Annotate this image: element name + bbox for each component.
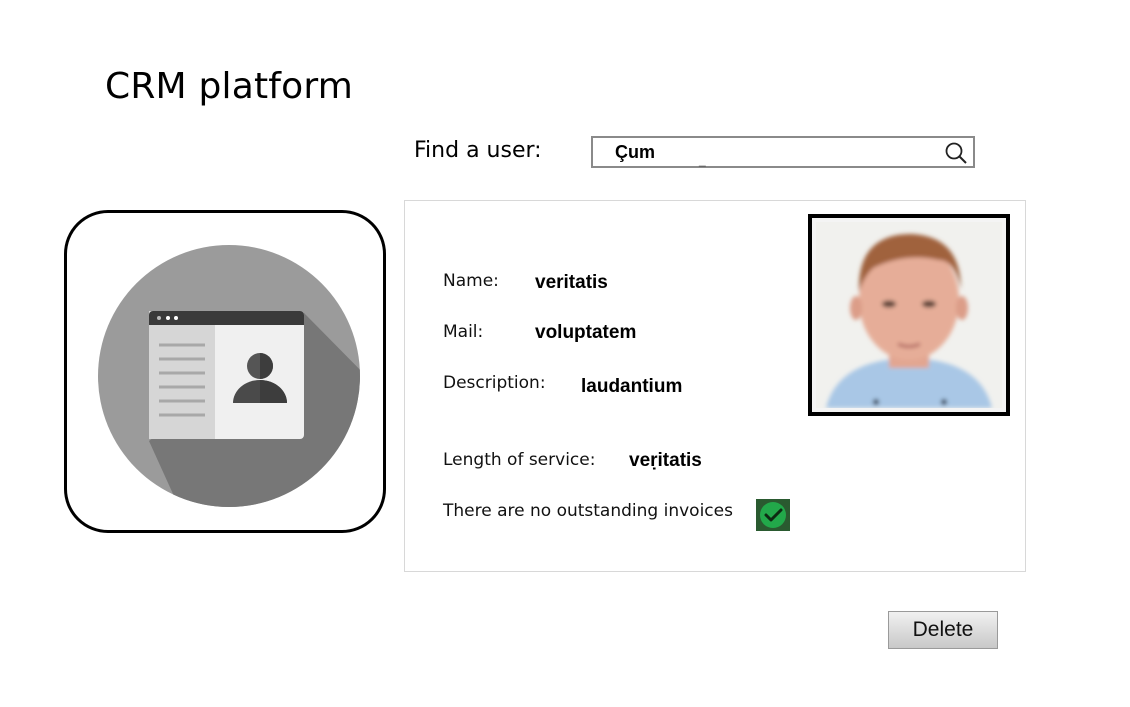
text-cursor: _ — [699, 153, 706, 167]
search-label: Find a user: — [414, 138, 542, 163]
service-length-value: veṛitatis — [629, 450, 702, 471]
mail-value: voluptatem — [535, 322, 637, 343]
search-icon[interactable] — [944, 141, 968, 165]
search-input[interactable] — [615, 141, 915, 163]
check-icon — [756, 499, 790, 531]
search-box[interactable]: _ — [591, 136, 975, 168]
mail-label: Mail: — [443, 322, 484, 342]
name-value: veritatis — [535, 272, 608, 293]
page-title: CRM platform — [105, 66, 354, 107]
name-label: Name: — [443, 271, 499, 291]
contact-card-icon — [64, 210, 386, 533]
user-photo — [808, 214, 1010, 416]
service-length-label: Length of service: — [443, 450, 596, 470]
delete-button[interactable]: Delete — [888, 611, 998, 649]
description-value: laudantium — [581, 376, 683, 397]
invoices-status-text: There are no outstanding invoices — [443, 501, 733, 521]
description-label: Description: — [443, 373, 546, 393]
